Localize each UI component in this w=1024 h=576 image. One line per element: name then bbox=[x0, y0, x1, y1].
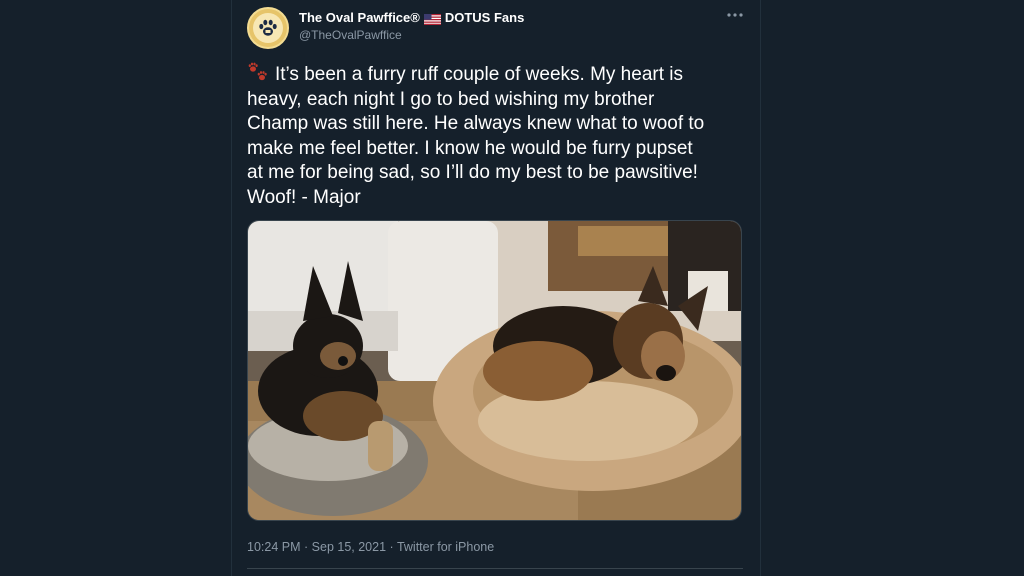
screen: The Oval Pawffice® DOTUS Fans @TheOvalPa… bbox=[0, 0, 1024, 576]
more-options-icon[interactable] bbox=[724, 9, 746, 27]
tweet-line-5: at me for being sad, so I’ll do my best … bbox=[247, 162, 698, 183]
tweet-source[interactable]: Twitter for iPhone bbox=[397, 540, 494, 554]
tweet-line-1: It’s been a furry ruff couple of weeks. … bbox=[275, 64, 683, 85]
tweet-text: It’s been a furry ruff couple of weeks. … bbox=[247, 62, 747, 210]
tweet-meta: 10:24 PM · Sep 15, 2021 · Twitter for iP… bbox=[247, 539, 494, 555]
author-name-suffix: DOTUS Fans bbox=[444, 10, 525, 25]
meta-separator-2: · bbox=[389, 540, 394, 554]
tweet-photo[interactable] bbox=[247, 220, 742, 521]
author-name-text: The Oval Pawffice® bbox=[299, 10, 420, 25]
tweet-line-2: heavy, each night I go to bed wishing my… bbox=[247, 88, 655, 110]
tweet-date[interactable]: Sep 15, 2021 bbox=[312, 540, 386, 554]
author-handle[interactable]: @TheOvalPawffice bbox=[299, 28, 402, 43]
paw-prints-emoji bbox=[247, 62, 269, 82]
paw-print-icon bbox=[253, 13, 283, 43]
divider bbox=[247, 568, 743, 569]
tweet-line-4: make me feel better. I know he would be … bbox=[247, 137, 693, 159]
tweet-line-6: Woof! - Major bbox=[247, 186, 361, 208]
author-display-name[interactable]: The Oval Pawffice® DOTUS Fans bbox=[299, 10, 524, 26]
tweet-time[interactable]: 10:24 PM bbox=[247, 540, 301, 554]
dogs-photo-illustration bbox=[248, 221, 741, 520]
tweet-line-3: Champ was still here. He always knew wha… bbox=[247, 113, 705, 134]
us-flag-icon bbox=[423, 13, 441, 25]
meta-separator-1: · bbox=[304, 540, 309, 554]
author-avatar[interactable] bbox=[247, 7, 289, 49]
